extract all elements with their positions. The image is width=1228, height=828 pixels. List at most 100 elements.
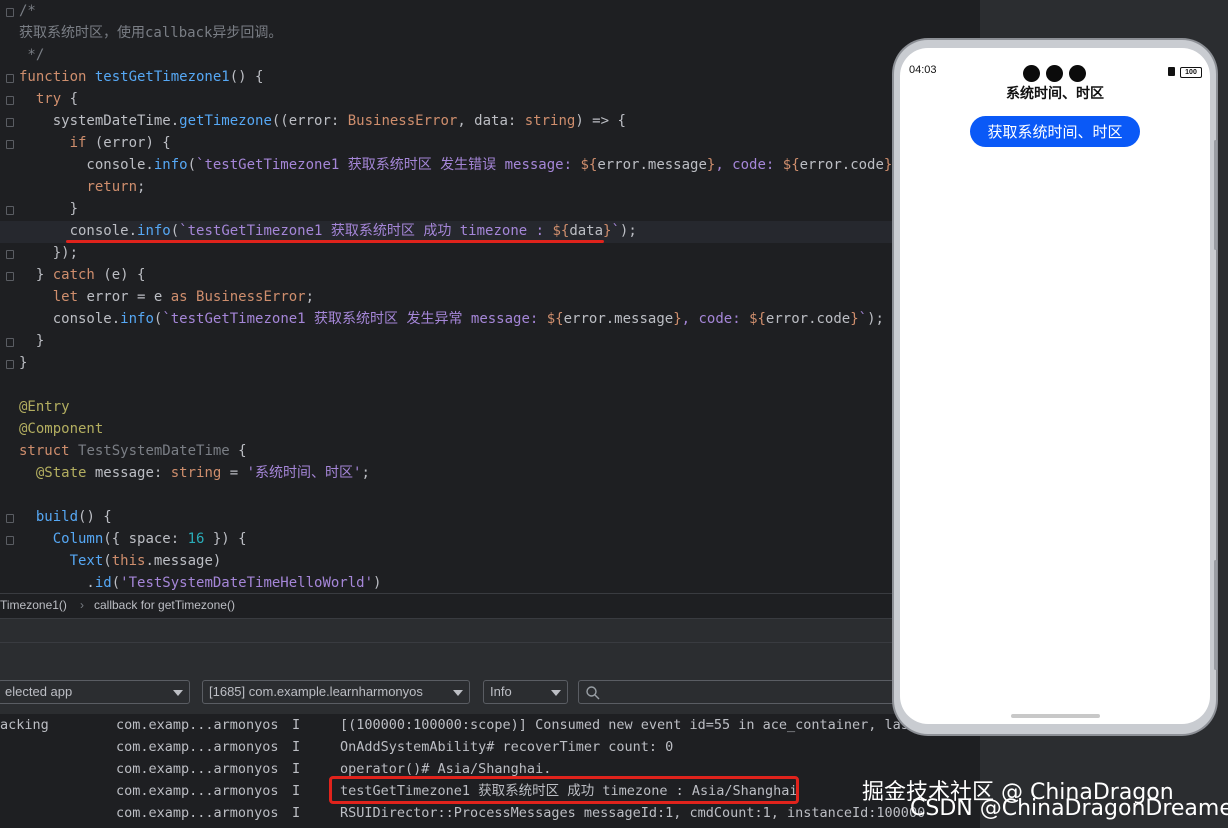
home-indicator[interactable]	[1011, 714, 1100, 718]
breadcrumb-item[interactable]: Timezone1()	[0, 598, 67, 612]
code-token: (	[170, 223, 180, 239]
log-row[interactable]: acking com.examp...armonyos I [(100000:1000…	[0, 714, 980, 736]
log-message: [(100000:100000:scope)] Consumed new eve…	[340, 717, 926, 733]
get-time-timezone-button[interactable]: 获取系统时间、时区	[970, 116, 1140, 147]
app-selector-value: elected app	[5, 684, 73, 699]
code-token: console.	[19, 311, 121, 327]
fold-marker[interactable]	[6, 536, 14, 545]
code-token: (	[111, 575, 121, 591]
code-token: string	[524, 113, 576, 129]
code-token: if	[69, 135, 87, 151]
watermark: CSDN @ChinaDragonDreamer	[910, 796, 1228, 821]
camera-icon	[1023, 65, 1040, 82]
search-icon	[586, 686, 600, 700]
breadcrumb: Timezone1() › callback for getTimezone()	[0, 593, 980, 618]
code-token: `	[611, 223, 620, 239]
code-token: catch	[52, 267, 95, 283]
code-line: try {	[19, 88, 78, 110]
code-token: , data:	[457, 113, 525, 129]
code-token: */	[19, 47, 45, 63]
code-line: }	[19, 198, 78, 220]
log-level-value: Info	[490, 684, 512, 699]
log-package: com.examp...armonyos	[116, 783, 279, 799]
log-tag: acking	[0, 717, 49, 733]
fold-marker[interactable]	[6, 514, 14, 523]
code-token: (error) {	[86, 135, 171, 151]
code-line: .id('TestSystemDateTimeHelloWorld')	[19, 572, 381, 593]
code-token: let	[52, 289, 79, 305]
page-title: 系统时间、时区	[1006, 85, 1104, 101]
code-line: return;	[19, 176, 145, 198]
code-line: }	[19, 352, 27, 374]
code-token: ((error:	[271, 113, 348, 129]
code-line: console.info(`testGetTimezone1 获取系统时区 发生…	[19, 308, 884, 330]
code-token: 获取系统时区，使用callback异步回调。	[19, 25, 283, 41]
code-line: 获取系统时区，使用callback异步回调。	[19, 22, 282, 44]
log-row[interactable]: com.examp...armonyos I RSUIDirector::Proce…	[0, 802, 980, 824]
status-time: 04:03	[909, 64, 937, 76]
code-token: @State	[35, 465, 87, 481]
code-token: data	[569, 223, 604, 239]
code-line: function testGetTimezone1() {	[19, 66, 263, 88]
fold-marker[interactable]	[6, 206, 14, 215]
code-line: */	[19, 44, 44, 66]
app-selector[interactable]: elected app	[0, 680, 190, 704]
fold-marker[interactable]	[6, 96, 14, 105]
code-token: this	[111, 553, 146, 569]
log-level: I	[292, 783, 301, 799]
log-package: com.examp...armonyos	[116, 805, 279, 821]
code-token: console.	[19, 223, 138, 239]
code-line: /*	[19, 0, 36, 22]
fold-marker[interactable]	[6, 272, 14, 281]
code-token: error.message	[563, 311, 674, 327]
breadcrumb-item[interactable]: callback for getTimezone()	[94, 598, 235, 612]
code-token: }	[19, 201, 79, 217]
code-token: message:	[86, 465, 171, 481]
code-line: @State message: string = '系统时间、时区';	[19, 462, 370, 484]
code-line: let error = e as BusinessError;	[19, 286, 314, 308]
fold-marker[interactable]	[6, 338, 14, 347]
code-editor[interactable]: /* 获取系统时区，使用callback异步回调。 */ function test…	[0, 0, 980, 593]
code-token: id	[94, 575, 112, 591]
code-token: }	[850, 311, 859, 327]
log-package: com.examp...armonyos	[116, 717, 279, 733]
fold-marker[interactable]	[6, 360, 14, 369]
code-token: (	[187, 157, 197, 173]
fold-marker[interactable]	[6, 74, 14, 83]
code-token: info	[153, 157, 188, 173]
fold-marker[interactable]	[6, 250, 14, 259]
process-selector[interactable]: [1685] com.example.learnharmonyos	[202, 680, 470, 704]
fold-marker[interactable]	[6, 8, 14, 17]
log-level: I	[292, 761, 301, 777]
code-token: =	[221, 465, 247, 481]
log-level-selector[interactable]: Info	[483, 680, 568, 704]
code-token: error.message	[597, 157, 707, 173]
log-row[interactable]: com.examp...armonyos I OnAddSystemAbility#…	[0, 736, 980, 758]
code-token: );	[867, 311, 884, 327]
code-line: } catch (e) {	[19, 264, 146, 286]
code-token: '系统时间、时区'	[246, 465, 362, 481]
code-token: }	[19, 267, 53, 283]
log-filter-bar: elected app [1685] com.example.learnharm…	[0, 670, 980, 714]
code-token: {	[229, 443, 247, 459]
fold-marker[interactable]	[6, 140, 14, 149]
camera-icon	[1069, 65, 1086, 82]
code-token: testGetTimezone1	[94, 69, 230, 85]
code-line: systemDateTime.getTimezone((error: Busin…	[19, 110, 626, 132]
code-token: TestSystemDateTime	[78, 443, 230, 459]
code-token: , code:	[681, 311, 750, 327]
code-token: info	[120, 311, 154, 327]
camera-icon	[1046, 65, 1063, 82]
code-line: Text(this.message)	[19, 550, 222, 572]
chevron-down-icon	[551, 690, 561, 696]
log-output[interactable]: acking com.examp...armonyos I [(100000:1000…	[0, 714, 980, 828]
log-panel-tabs	[0, 618, 980, 643]
code-token: `testGetTimezone1 获取系统时区 发生错误 message:	[196, 157, 581, 173]
log-package: com.examp...armonyos	[116, 739, 279, 755]
fold-marker[interactable]	[6, 118, 14, 127]
